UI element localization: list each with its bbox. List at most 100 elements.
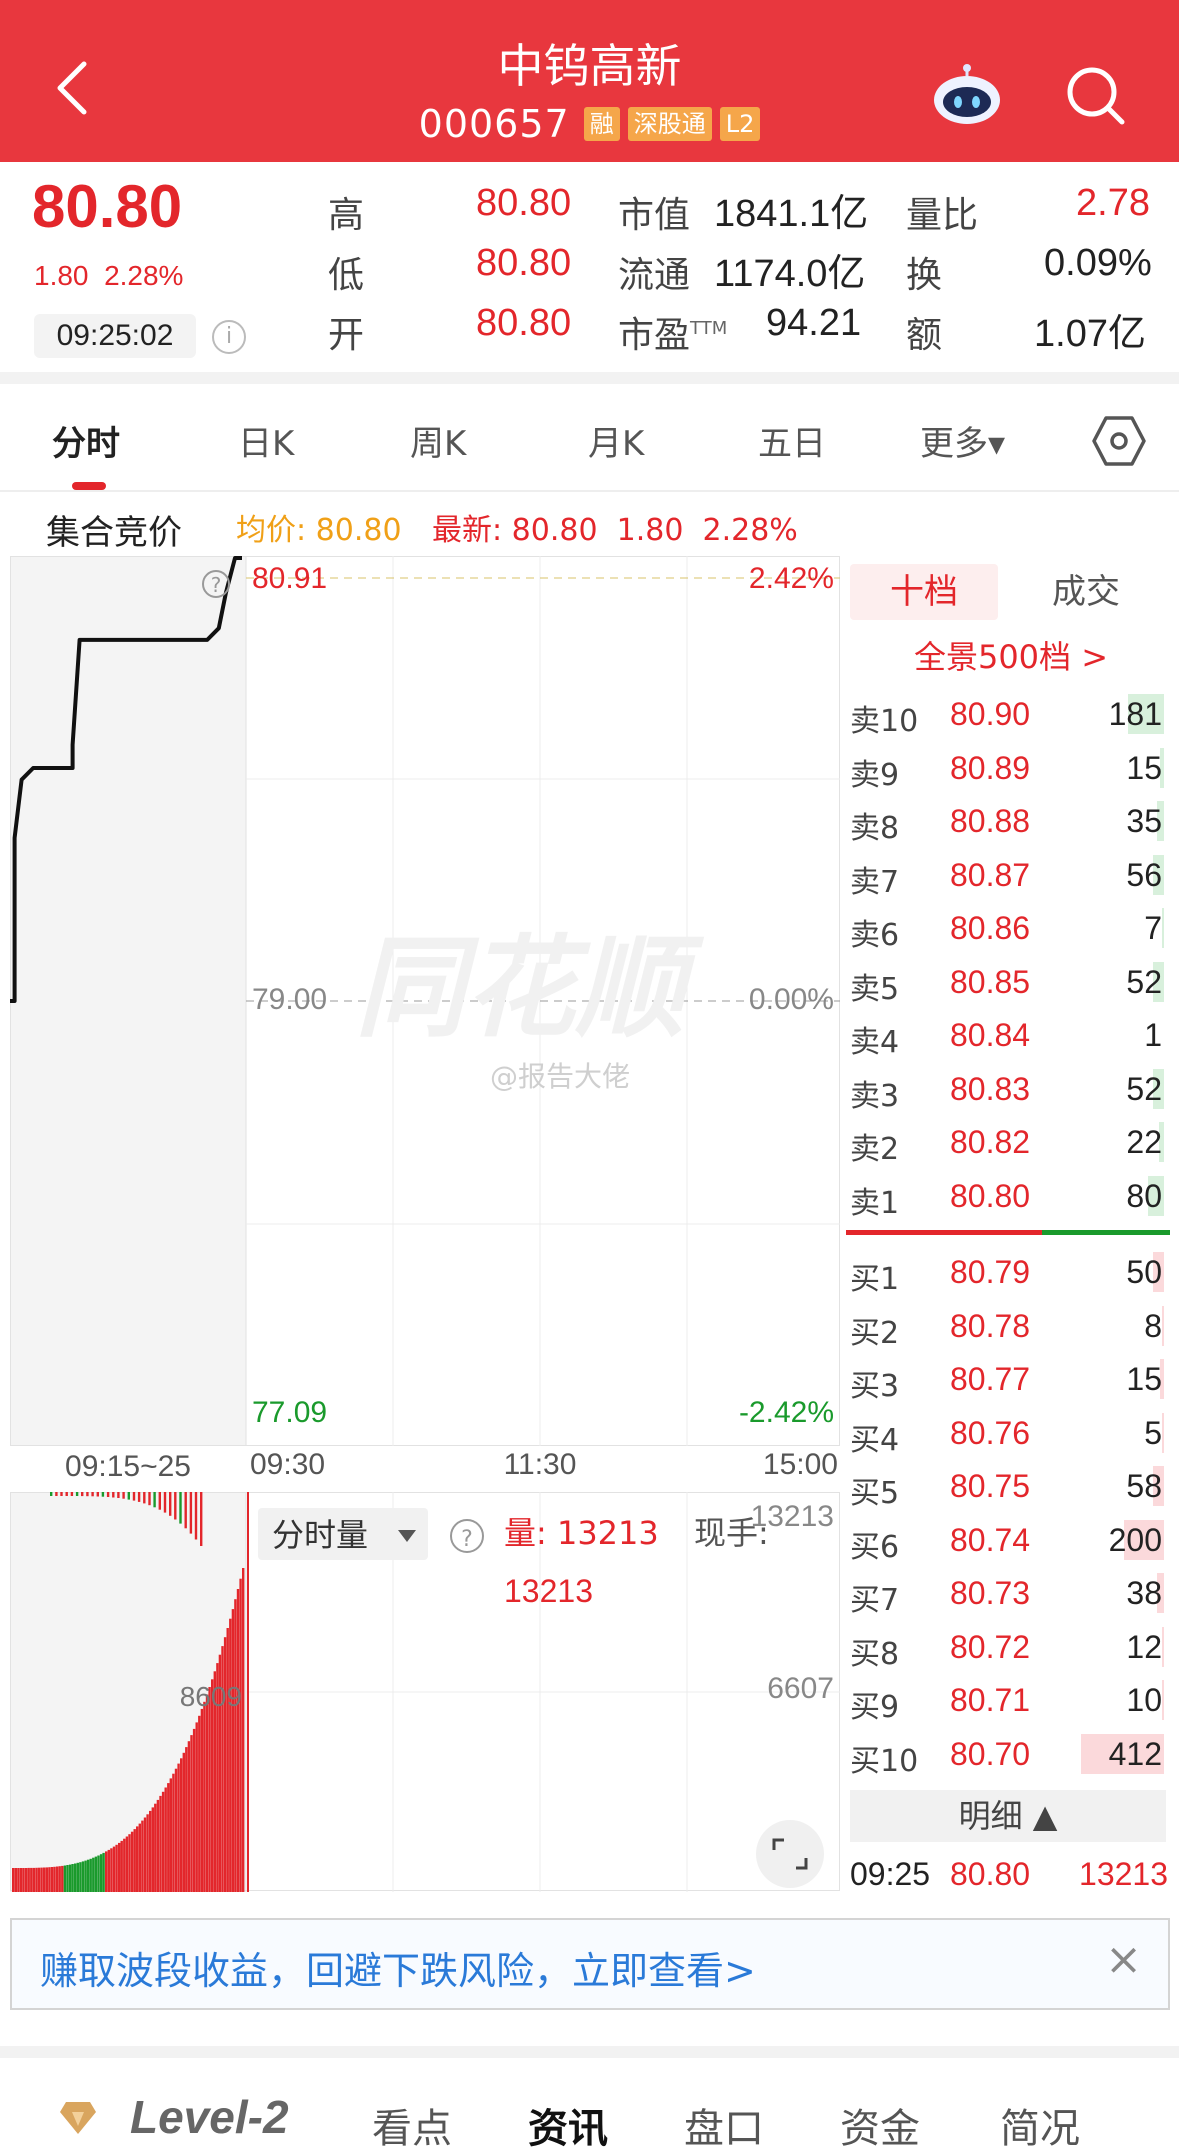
auction-volume-bar [223,1637,227,1892]
ask-level-label: 卖8 [850,811,900,846]
auction-volume-bar [205,1694,209,1892]
bid-row[interactable]: 买6 80.74 200 [846,1514,1170,1568]
tab-more[interactable]: 更多▾ [920,416,1005,465]
bid-level-label: 买1 [850,1262,900,1297]
ask-row[interactable]: 卖6 80.86 7 [846,902,1170,956]
ask-price: 80.87 [950,856,1031,893]
auction-volume-bar [190,1735,193,1892]
auction-volume-bar [118,1842,121,1892]
bottom-tab-news[interactable]: 资讯 [528,2096,608,2149]
auction-volume-bar [107,1849,110,1892]
bottom-tab-highlights[interactable]: 看点 [372,2096,452,2149]
tab-weekly-k[interactable]: 周K [410,416,466,465]
auction-volume-bar [143,1817,147,1892]
bottom-tab-profile[interactable]: 简况 [1000,2096,1080,2149]
detail-volume: 13213 [1079,1856,1168,1892]
close-icon[interactable]: × [1105,1934,1142,1985]
auction-volume-bar [66,1865,69,1892]
tab-five-day[interactable]: 五日 [758,416,826,465]
bid-row[interactable]: 买2 80.78 8 [846,1300,1170,1354]
auction-top-volume-bar [189,1492,193,1534]
ask-price: 80.82 [950,1124,1031,1160]
auction-volume-bar [136,1826,139,1892]
market-cap-label: 市值 [618,195,691,236]
bid-row[interactable]: 买9 80.71 10 [846,1674,1170,1728]
bid-price: 80.72 [950,1628,1031,1665]
tab-intraday[interactable]: 分时 [52,416,120,465]
auction-volume-bar [164,1787,167,1892]
ask-row[interactable]: 卖7 80.87 56 [846,849,1170,903]
auction-top-volume-bar [163,1492,167,1513]
auction-top-volume-bar [70,1492,74,1496]
auction-top-volume-bar [106,1492,110,1497]
bid-row[interactable]: 买4 80.76 5 [846,1407,1170,1461]
auction-volume-bar [61,1865,64,1892]
tab-monthly-k[interactable]: 月K [588,416,644,465]
ask-row[interactable]: 卖3 80.83 52 [846,1063,1170,1117]
ask-volume: 35 [1126,803,1162,839]
auction-volume-bar [81,1861,85,1892]
detail-price: 80.80 [950,1856,1031,1892]
orderbook-tab-trades[interactable]: 成交 [1012,564,1160,620]
auction-volume-bar [161,1791,165,1892]
promo-banner-text[interactable]: 赚取波段收益，回避下跌风险，立即查看> [40,1940,756,1995]
bid-row[interactable]: 买1 80.79 50 [846,1246,1170,1300]
bid-row[interactable]: 买8 80.72 12 [846,1621,1170,1675]
auction-top-volume-bar [153,1492,156,1508]
watermark: 同花顺 [355,924,705,1052]
auction-volume-bar [40,1867,43,1892]
tab-daily-k[interactable]: 日K [238,416,294,465]
panorama-500-link[interactable]: 全景500档 > [846,632,1176,678]
bid-row[interactable]: 买7 80.73 38 [846,1567,1170,1621]
change-value: 1.80 [34,260,89,291]
bid-level-label: 买4 [850,1422,900,1458]
auction-volume-bar [63,1865,67,1892]
auction-top-volume-bar [143,1492,146,1504]
ask-row[interactable]: 卖9 80.89 15 [846,742,1170,796]
bid-level-label: 买3 [850,1369,900,1404]
auction-volume-bar [172,1773,175,1892]
ask-row[interactable]: 卖10 80.90 181 [846,688,1170,742]
promo-banner[interactable]: 赚取波段收益，回避下跌风险，立即查看> × [10,1918,1170,2010]
ask-row[interactable]: 卖8 80.88 35 [846,795,1170,849]
float-cap-value: 1174.0亿 [714,253,866,295]
bid-price: 80.79 [950,1254,1031,1290]
pe-value: 94.21 [766,302,862,344]
bid-price: 80.73 [950,1575,1031,1611]
bid-level-label: 买6 [850,1529,900,1565]
open-label: 开 [328,315,365,356]
auction-volume-bar [130,1831,134,1892]
bid-volume-bar [1162,1412,1164,1453]
detail-toggle-button[interactable]: 明细 ▲ [850,1790,1166,1842]
auction-volume-bar [94,1856,98,1892]
bid-row[interactable]: 买5 80.75 58 [846,1460,1170,1514]
search-icon[interactable] [1062,62,1128,128]
ask-row[interactable]: 卖5 80.85 52 [846,956,1170,1010]
order-book: 十档 成交 全景500档 > 卖10 80.90 181 卖9 80.89 15 卖8 80.… [846,556,1176,1896]
info-icon[interactable]: i [212,320,246,354]
auction-top-volume-bar [200,1492,203,1546]
orderbook-tab-ten-levels[interactable]: 十档 [850,564,998,620]
bottom-tab-market-depth[interactable]: 盘口 [684,2096,764,2149]
robot-assistant-icon[interactable] [930,62,1004,126]
volume-ratio-label: 量比 [906,195,979,236]
auction-volume-bar [12,1868,15,1892]
auction-top-volume-bar [75,1492,79,1496]
bottom-tab-level2[interactable]: Level-2 [130,2090,289,2144]
auction-volume-bar [229,1618,232,1892]
bottom-tab-capital[interactable]: 资金 [840,2096,920,2149]
latest-percent: 2.28% [702,513,798,548]
settings-hexagon-icon[interactable] [1092,414,1146,468]
auction-volume-bar [19,1868,23,1892]
auction-volume-bar [74,1863,77,1892]
ask-row[interactable]: 卖4 80.84 1 [846,1009,1170,1063]
bid-row[interactable]: 买3 80.77 15 [846,1353,1170,1407]
auction-top-volume-bar [117,1492,120,1498]
auction-top-volume-bar [91,1492,94,1497]
auction-volume-bar [208,1687,211,1892]
bid-volume-bar [1162,1626,1164,1667]
ask-row[interactable]: 卖1 80.80 80 [846,1170,1170,1224]
ask-row[interactable]: 卖2 80.82 22 [846,1116,1170,1170]
intraday-chart[interactable]: 同花顺 80.91 2.42% 79.00 0.00% 77.09 -2.42%… [10,556,840,1896]
bid-row[interactable]: 买10 80.70 412 [846,1728,1170,1782]
